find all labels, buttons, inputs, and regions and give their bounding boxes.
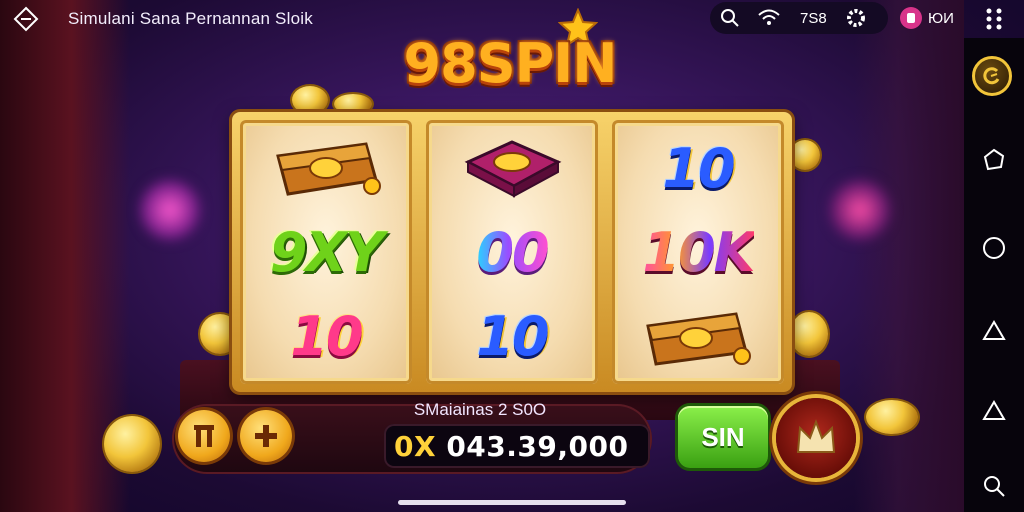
coin-decoration [866, 400, 918, 434]
symbol-text: 10K [642, 220, 756, 284]
symbol-text: 00 [476, 220, 549, 284]
right-nav-rail [964, 38, 1024, 512]
symbol-text: 10 [662, 136, 735, 200]
home-icon[interactable] [978, 314, 1010, 346]
reel-3: 10 10K [612, 120, 784, 384]
crown-icon [796, 419, 836, 453]
right-curtain [854, 0, 964, 512]
background-light [140, 180, 200, 240]
reel-symbol: 9XY [240, 212, 412, 292]
reel-symbol: 10K [612, 212, 784, 292]
hexagon-icon[interactable] [978, 144, 1010, 176]
reel-symbol: 10 [612, 128, 784, 208]
auto-spin-button[interactable] [776, 398, 856, 478]
gift-box-icon [464, 140, 562, 198]
spin-button-label: SIN [701, 421, 745, 452]
symbol-text: 9XY [269, 220, 384, 284]
paytable-icon [194, 425, 214, 447]
balance-display: 0X 043.39,000 [384, 424, 650, 468]
info-button[interactable] [178, 410, 230, 462]
home-indicator[interactable] [398, 500, 626, 505]
background-light [830, 180, 890, 240]
coin-decoration [104, 416, 160, 472]
balance-prefix: 0X [394, 430, 437, 463]
coin-icon[interactable] [972, 56, 1012, 96]
wifi-icon [758, 6, 780, 30]
user-label: ЮИ [928, 9, 954, 27]
home-icon[interactable] [978, 394, 1010, 426]
window-title: Simulani Sana Pernannan Sloik [68, 9, 313, 28]
reel-symbol [612, 296, 784, 376]
treasure-chest-icon [276, 142, 381, 196]
reel-symbol: 10 [426, 296, 598, 376]
back-icon[interactable] [10, 4, 42, 34]
logo-text: 98SPIN [403, 32, 618, 95]
spin-button[interactable]: SIN [678, 406, 768, 468]
reel-symbol [240, 128, 412, 208]
game-logo: 98SPIN [370, 8, 650, 105]
coin-decoration [790, 312, 828, 356]
symbol-text: 10 [476, 304, 549, 368]
reel-2: 00 10 [426, 120, 598, 384]
user-icon [900, 7, 922, 29]
user-chip[interactable]: ЮИ [900, 4, 954, 32]
balance-value: 0X 043.39,000 [394, 430, 628, 463]
reel-symbol [426, 128, 598, 208]
menu-icon[interactable] [982, 6, 1006, 32]
search-icon[interactable] [978, 470, 1010, 502]
status-bar: 7S8 [710, 2, 888, 34]
balance-amount: 043.39,000 [446, 430, 629, 463]
add-bet-button[interactable] [240, 410, 292, 462]
treasure-chest-icon [646, 312, 751, 366]
signal-text: 7S8 [800, 9, 827, 27]
balance-label: SMaiainas 2 S0O [413, 400, 547, 419]
reel-symbol: 10 [240, 296, 412, 376]
reel-symbol: 00 [426, 212, 598, 292]
slot-machine: 9XY 10 00 10 10 10K [232, 112, 792, 392]
search-icon[interactable] [720, 6, 740, 30]
plus-icon [255, 425, 277, 447]
coin-decoration [292, 86, 328, 114]
settings-icon[interactable] [845, 6, 867, 30]
reel-1: 9XY 10 [240, 120, 412, 384]
coin-decoration [790, 140, 820, 170]
circle-icon[interactable] [978, 232, 1010, 264]
symbol-text: 10 [290, 304, 363, 368]
coin-decoration [334, 94, 372, 114]
